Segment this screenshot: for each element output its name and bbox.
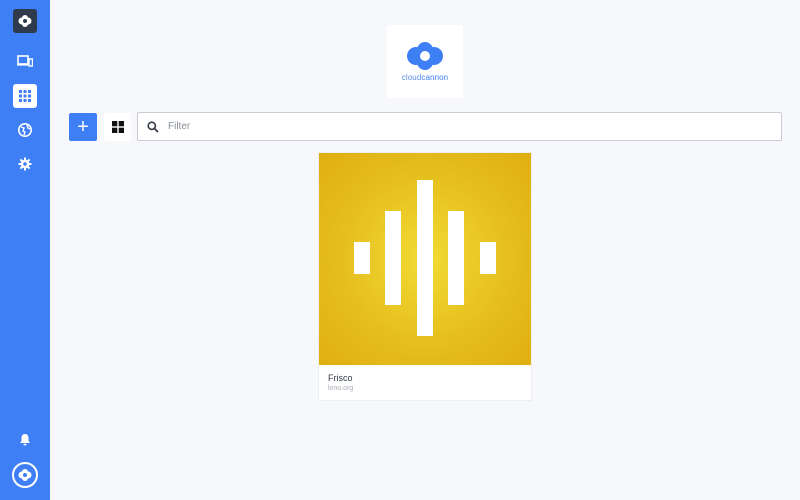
logo-text-cloud: cloud (401, 72, 422, 82)
cloudcannon-eye-icon (18, 469, 32, 481)
cloudcannon-eye-icon (18, 15, 32, 27)
search-icon (147, 120, 159, 133)
bell-icon (20, 433, 30, 445)
apps-grid-icon (19, 90, 31, 102)
site-card[interactable]: Frisco lono.org (319, 153, 531, 400)
cloudcannon-logo-icon (407, 41, 443, 70)
thumbnail-bar (354, 242, 370, 274)
site-thumbnail[interactable] (319, 153, 531, 365)
filter-input[interactable] (168, 121, 748, 132)
grid-view-button[interactable] (104, 113, 131, 141)
organization-logo: cloudcannon (387, 25, 463, 98)
sidebar-item-settings[interactable] (13, 152, 37, 176)
filter-field[interactable] (137, 112, 782, 141)
globe-icon (18, 123, 32, 137)
thumbnail-bar (448, 211, 464, 305)
cloudcannon-logo[interactable] (13, 9, 37, 33)
avatar[interactable] (12, 462, 38, 488)
site-domain: lono.org (328, 385, 354, 392)
devices-icon (17, 55, 33, 67)
thumbnail-bar (385, 211, 401, 305)
sidebar-item-sites[interactable] (13, 49, 37, 73)
add-site-button[interactable]: + (69, 113, 97, 141)
add-icon: + (77, 116, 89, 138)
gear-icon (18, 157, 32, 171)
sidebar-item-domains[interactable] (13, 118, 37, 142)
organization-logo-text: cloudcannon (402, 73, 448, 82)
logo-text-cannon: cannon (421, 72, 449, 82)
sidebar-item-apps[interactable] (13, 84, 37, 108)
thumbnail-bar (417, 180, 433, 336)
site-title[interactable]: Frisco (328, 373, 353, 383)
grid-view-icon (111, 121, 124, 133)
notifications-button[interactable] (13, 427, 37, 451)
sidebar (0, 0, 50, 500)
thumbnail-bar (480, 242, 496, 274)
